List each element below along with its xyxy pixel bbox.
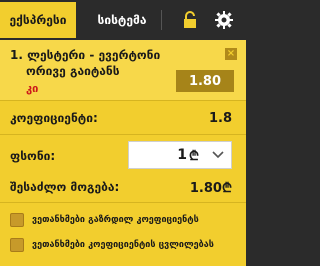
coefficient-value: 1.8 [208, 110, 232, 126]
bet-title-line2: ორივე გაიტანს [26, 64, 120, 78]
bet-number: 1. [10, 48, 23, 62]
betslip-tabbar: ექსპრესი სისტემა [0, 0, 246, 40]
divider [0, 202, 246, 203]
option-increased-odds[interactable]: ვეთანხმები გაზრდილ კოეფიციენტს [10, 213, 199, 227]
bet-title-line1: ლესტერი - ევერტონი [27, 48, 161, 62]
lock-icon[interactable] [178, 8, 202, 32]
betslip-panel: ექსპრესი სისტემა 1. ლესტერი - ევერტონი ო… [0, 0, 246, 266]
bet-odds: 1.80 [176, 70, 234, 92]
stake-input[interactable]: 1 ₾ [128, 141, 232, 169]
winnings-row: შესაძლო მოგება: 1.80₾ [0, 177, 246, 197]
coefficient-row: კოეფიციენტი: 1.8 [0, 108, 246, 128]
bet-selection: 1. ლესტერი - ევერტონი ორივე გაიტანს კი ×… [0, 40, 246, 100]
betslip-body: 1. ლესტერი - ევერტონი ორივე გაიტანს კი ×… [0, 40, 246, 266]
stake-label: ფსონი: [10, 149, 56, 163]
coefficient-label: კოეფიციენტი: [10, 111, 98, 125]
close-icon[interactable]: × [225, 48, 237, 60]
option-odds-change[interactable]: ვეთანხმები კოეფიციენტის ცვლილებას [10, 238, 214, 252]
tab-divider [161, 10, 162, 30]
stake-value[interactable]: 1 [129, 147, 187, 163]
chevron-down-icon[interactable] [211, 149, 225, 161]
checkbox[interactable] [10, 238, 24, 252]
winnings-label: შესაძლო მოგება: [10, 180, 120, 194]
divider [0, 100, 246, 101]
gear-icon[interactable] [212, 8, 236, 32]
divider [0, 134, 246, 135]
option-label: ვეთანხმები კოეფიციენტის ცვლილებას [32, 240, 214, 250]
tab-system[interactable]: სისტემა [84, 2, 160, 38]
winnings-value: 1.80₾ [189, 181, 232, 196]
stake-currency: ₾ [189, 149, 200, 164]
checkbox[interactable] [10, 213, 24, 227]
bet-market: კი [26, 82, 39, 95]
option-label: ვეთანხმები გაზრდილ კოეფიციენტს [32, 215, 199, 225]
tab-express[interactable]: ექსპრესი [0, 2, 76, 38]
